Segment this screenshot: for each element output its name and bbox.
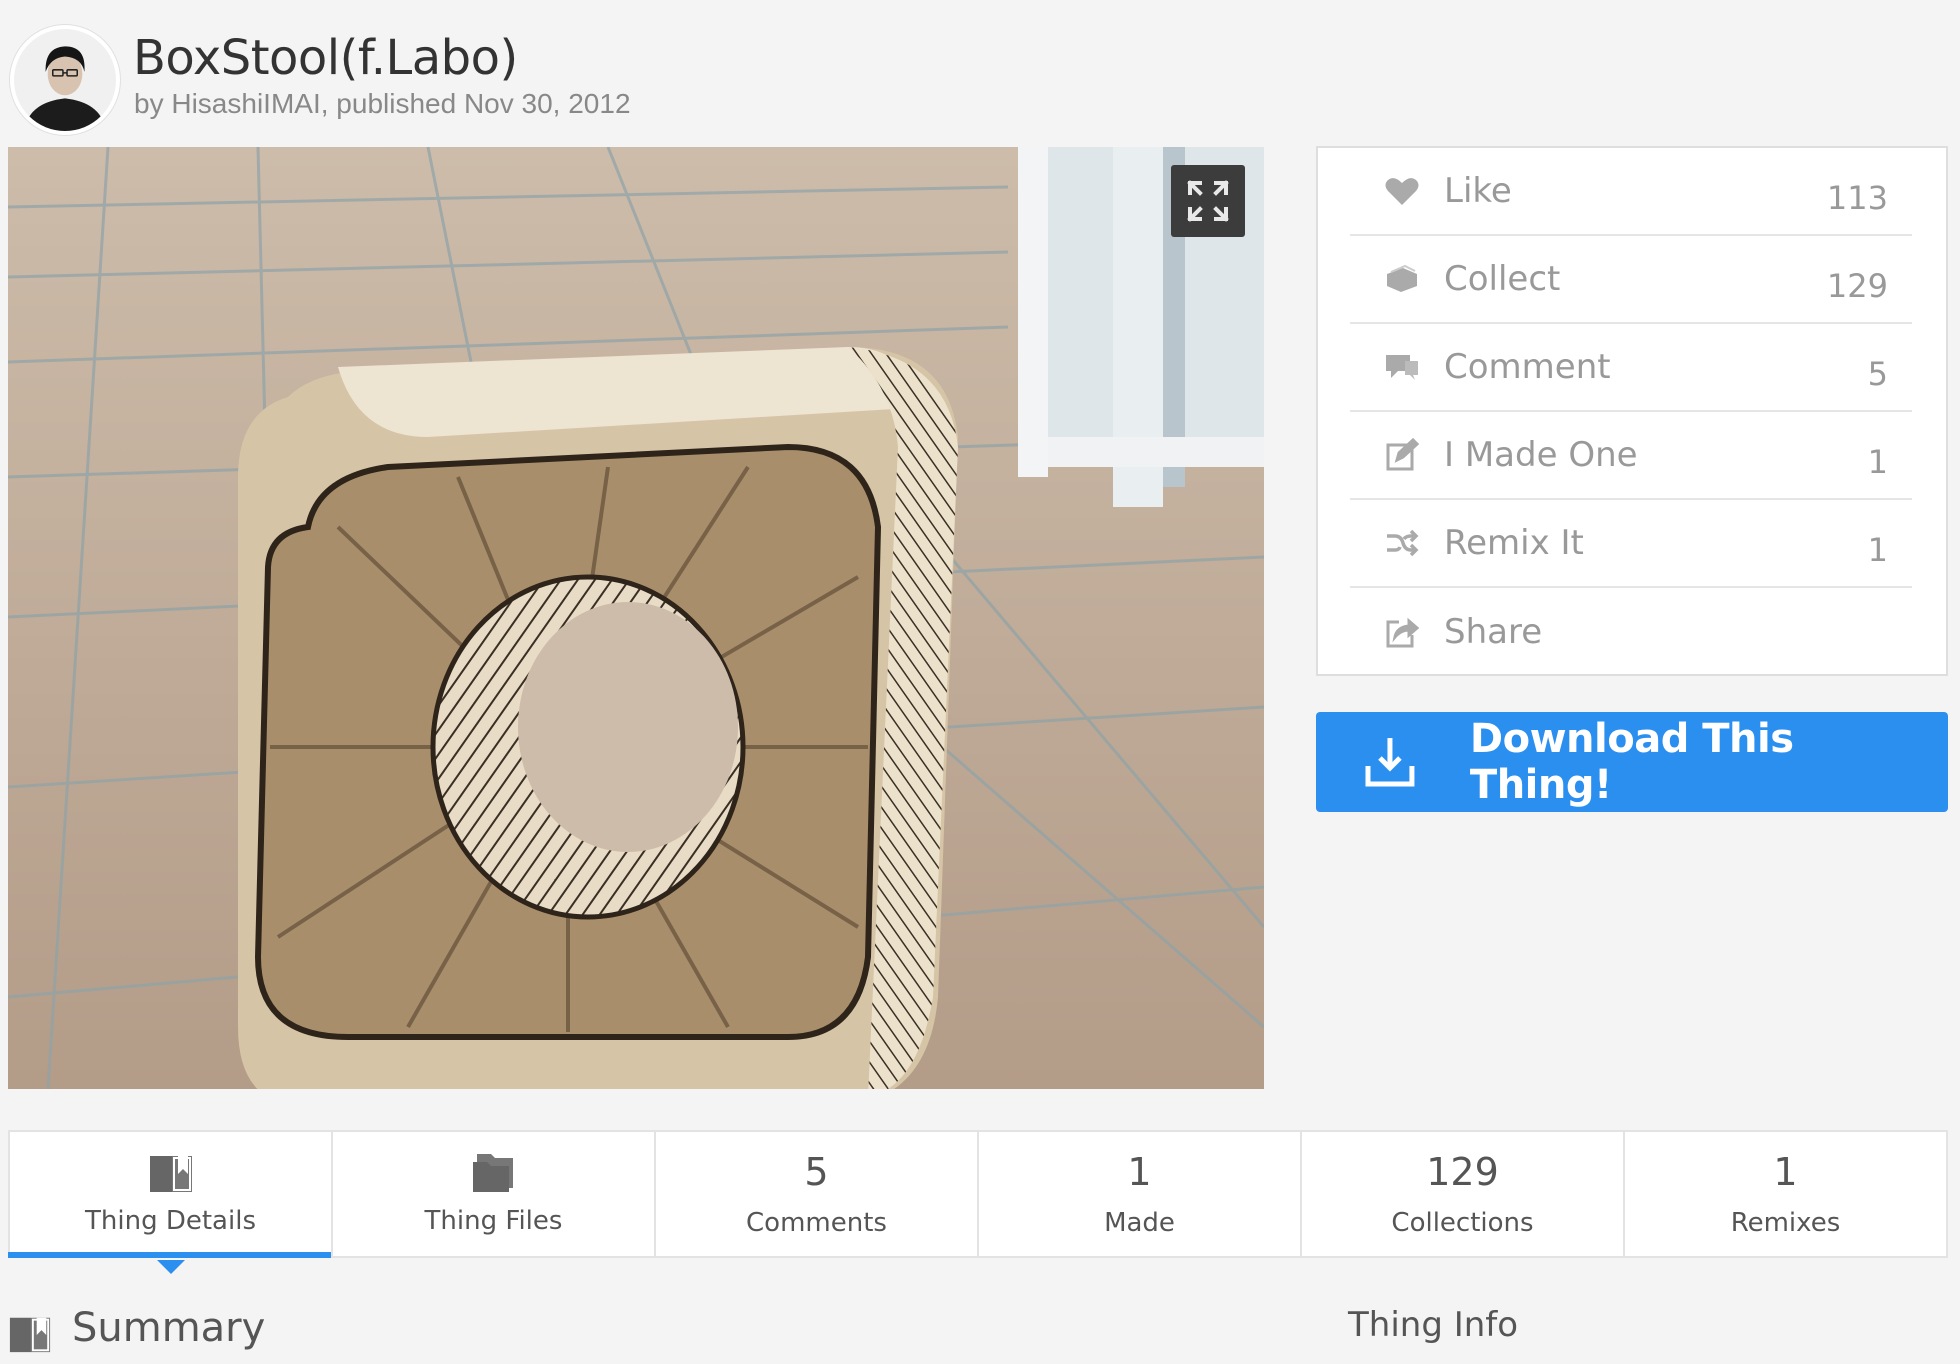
thing-info-heading: Thing Info (1348, 1305, 1519, 1345)
collect-action[interactable]: Collect 129 (1350, 236, 1912, 324)
tab-made[interactable]: 1 Made (979, 1132, 1302, 1256)
tab-label: Thing Files (424, 1206, 563, 1236)
action-label: Like (1444, 171, 1512, 211)
download-button[interactable]: Download This Thing! (1316, 712, 1948, 812)
details-icon (149, 1156, 192, 1192)
comment-icon (1384, 349, 1420, 385)
tab-thing-details[interactable]: Thing Details (8, 1132, 333, 1258)
byline: by HisashiIMAI, published Nov 30, 2012 (134, 88, 631, 120)
comment-count: 5 (1867, 355, 1888, 393)
collections-count: 129 (1426, 1150, 1499, 1194)
thing-title: BoxStool(f.Labo) (133, 30, 518, 86)
made-count: 1 (1127, 1150, 1152, 1194)
tab-comments[interactable]: 5 Comments (656, 1132, 979, 1256)
summary-icon (9, 1317, 51, 1353)
share-icon (1384, 614, 1420, 650)
action-label: Collect (1444, 259, 1561, 299)
download-icon (1365, 738, 1415, 787)
byline-prefix: by (134, 88, 172, 119)
i-made-one-action[interactable]: I Made One 1 (1350, 412, 1912, 500)
tab-label: Thing Details (85, 1206, 256, 1236)
tab-remixes[interactable]: 1 Remixes (1625, 1132, 1946, 1256)
remix-icon (1384, 525, 1420, 561)
expand-image-button[interactable] (1171, 165, 1245, 237)
thing-actions-panel: Like 113 Collect 129 Comment 5 I Made On… (1316, 146, 1948, 676)
collect-icon (1384, 261, 1420, 297)
files-icon (472, 1154, 513, 1192)
like-action[interactable]: Like 113 (1350, 148, 1912, 236)
comment-action[interactable]: Comment 5 (1350, 324, 1912, 412)
author-avatar[interactable] (10, 25, 120, 135)
thing-tabs: Thing Details Thing Files 5 Comments 1 M… (8, 1130, 1948, 1258)
tab-label: Collections (1391, 1208, 1534, 1238)
tab-label: Made (1104, 1208, 1175, 1238)
published-date: , published Nov 30, 2012 (320, 88, 631, 119)
made-count: 1 (1867, 443, 1888, 481)
made-icon (1384, 437, 1420, 473)
tab-label: Comments (746, 1208, 887, 1238)
tab-label: Remixes (1730, 1208, 1841, 1238)
remix-count: 1 (1867, 531, 1888, 569)
tab-collections[interactable]: 129 Collections (1302, 1132, 1625, 1256)
action-label: Remix It (1444, 523, 1584, 563)
remix-action[interactable]: Remix It 1 (1350, 500, 1912, 588)
like-count: 113 (1826, 179, 1888, 217)
collect-count: 129 (1826, 267, 1888, 305)
comments-count: 5 (804, 1150, 829, 1194)
summary-heading: Summary (72, 1305, 266, 1351)
action-label: Share (1444, 612, 1543, 652)
action-label: Comment (1444, 347, 1611, 387)
expand-icon (1187, 180, 1229, 222)
download-label: Download This Thing! (1469, 716, 1794, 808)
author-link[interactable]: HisashiIMAI (171, 88, 320, 119)
remixes-count: 1 (1773, 1150, 1798, 1194)
main-thing-image[interactable] (8, 147, 1264, 1089)
share-action[interactable]: Share (1350, 588, 1912, 676)
heart-icon (1384, 173, 1420, 209)
tab-thing-files[interactable]: Thing Files (333, 1132, 656, 1256)
action-label: I Made One (1444, 435, 1638, 475)
